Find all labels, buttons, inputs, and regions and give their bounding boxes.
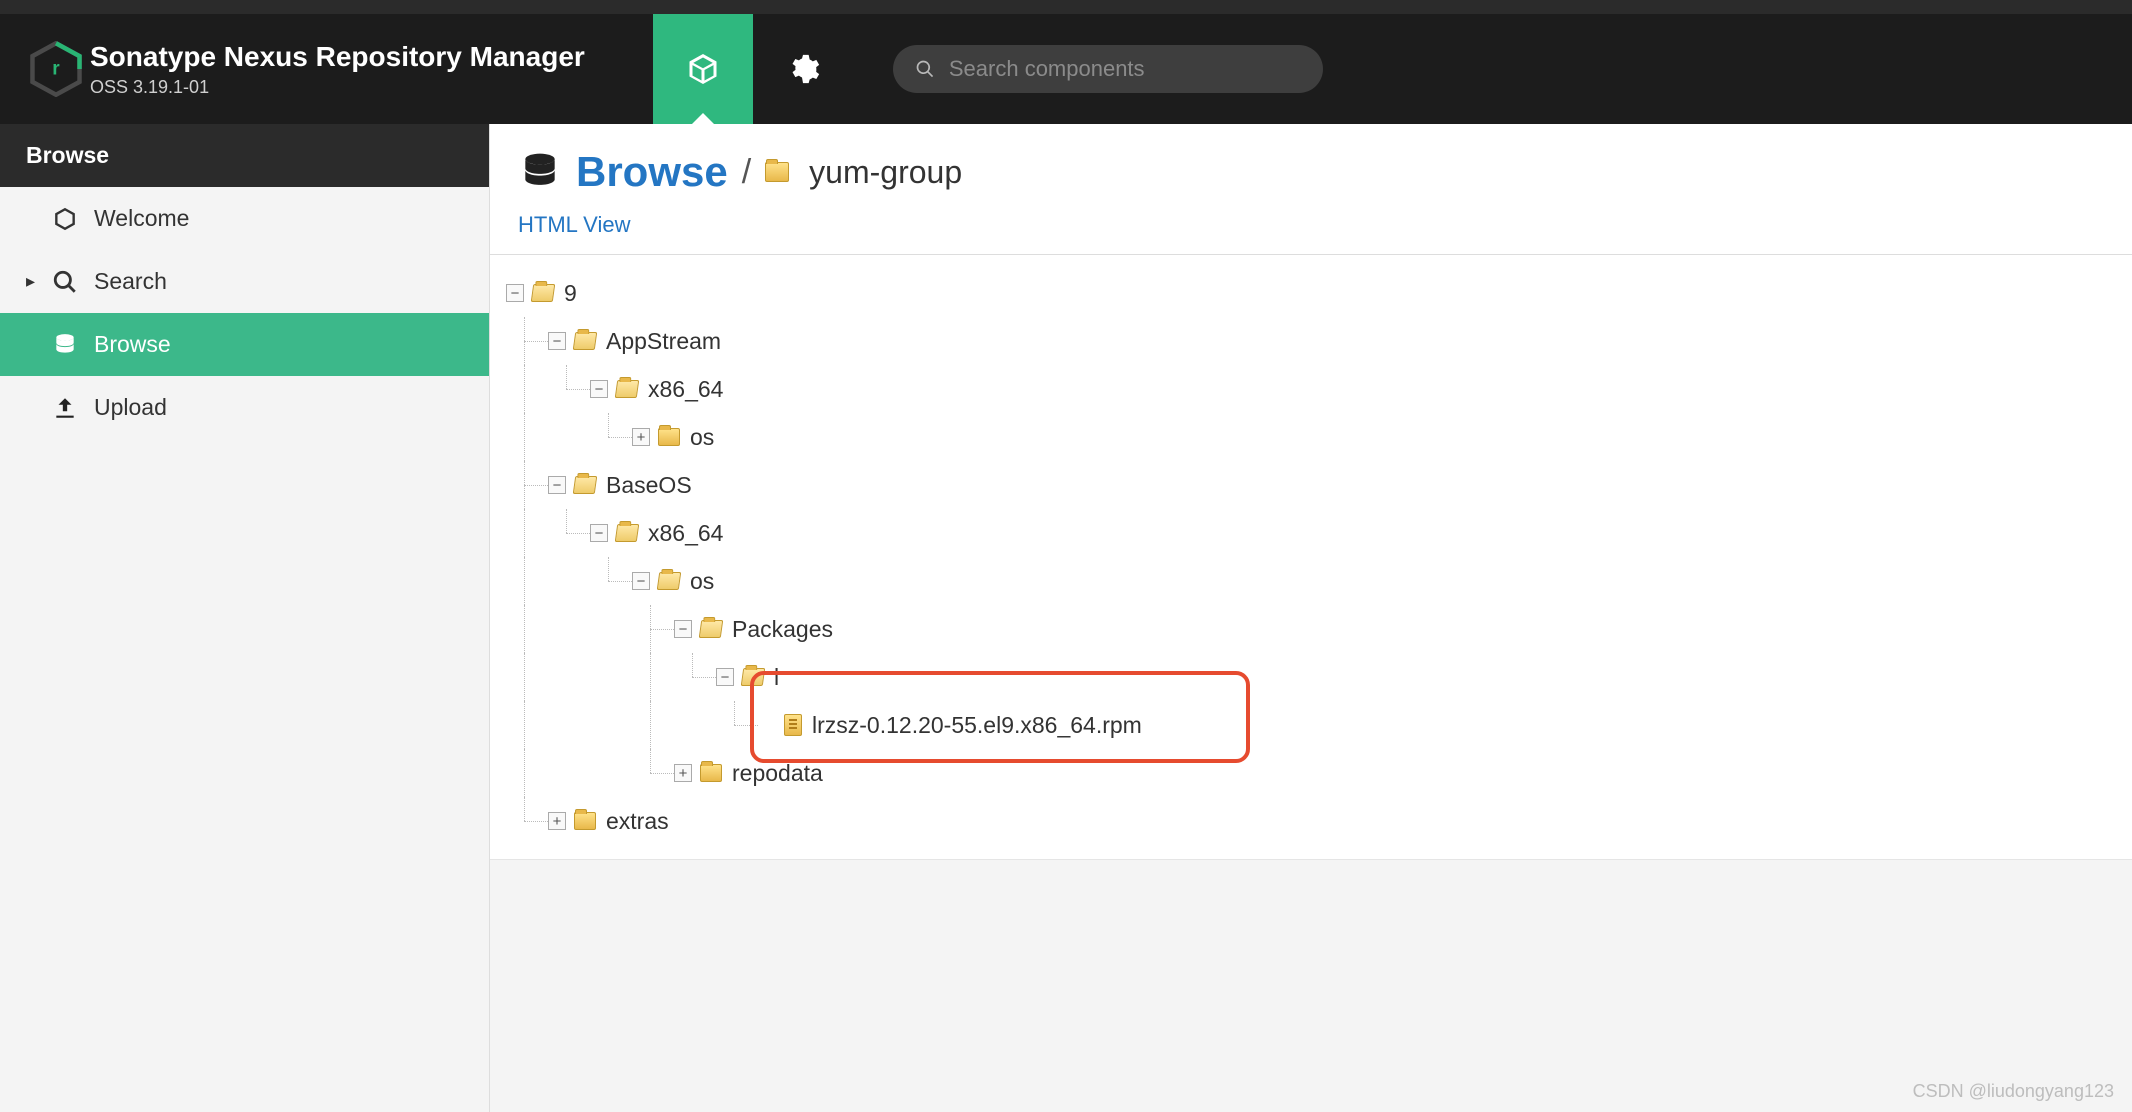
expand-toggle[interactable]: + bbox=[674, 764, 692, 782]
nav-cube-button[interactable] bbox=[653, 14, 753, 124]
folder-closed-icon bbox=[658, 428, 680, 446]
tree-node[interactable]: + extras bbox=[506, 797, 2116, 845]
breadcrumb-title[interactable]: Browse bbox=[576, 148, 728, 196]
folder-open-icon bbox=[699, 620, 724, 638]
tree-node-label: os bbox=[690, 424, 714, 451]
folder-closed-icon bbox=[700, 764, 722, 782]
tree-node[interactable]: + repodata bbox=[506, 749, 2116, 797]
sidebar-item-welcome[interactable]: Welcome bbox=[0, 187, 489, 250]
search-icon bbox=[52, 269, 78, 295]
sidebar-item-label: Upload bbox=[94, 394, 167, 421]
tree-node-label: os bbox=[690, 568, 714, 595]
upload-icon bbox=[52, 395, 78, 421]
cube-icon bbox=[685, 51, 721, 87]
collapse-toggle[interactable]: − bbox=[590, 380, 608, 398]
tree-node-label: lrzsz-0.12.20-55.el9.x86_64.rpm bbox=[812, 712, 1142, 739]
brand-block: r Sonatype Nexus Repository Manager OSS … bbox=[0, 41, 613, 98]
search-input[interactable] bbox=[949, 56, 1301, 82]
collapse-toggle[interactable]: − bbox=[548, 332, 566, 350]
tree-node-label: Packages bbox=[732, 616, 833, 643]
package-file-icon bbox=[784, 714, 802, 736]
collapse-toggle[interactable]: − bbox=[590, 524, 608, 542]
folder-open-icon bbox=[531, 284, 556, 302]
svg-text:r: r bbox=[52, 59, 60, 80]
window-chrome-strip bbox=[0, 0, 2132, 14]
sidebar-header: Browse bbox=[0, 124, 489, 187]
html-view-link[interactable]: HTML View bbox=[518, 212, 630, 237]
tree-node-label: BaseOS bbox=[606, 472, 692, 499]
tree-node-label: 9 bbox=[564, 280, 577, 307]
sidebar-item-label: Search bbox=[94, 268, 167, 295]
expand-toggle[interactable]: + bbox=[548, 812, 566, 830]
tree-node[interactable]: − x86_64 bbox=[506, 509, 2116, 557]
tree-node[interactable]: − BaseOS bbox=[506, 461, 2116, 509]
hexagon-icon bbox=[52, 206, 78, 232]
sidebar-item-search[interactable]: Search bbox=[0, 250, 489, 313]
nav-settings-button[interactable] bbox=[753, 14, 853, 124]
toggle-spacer bbox=[758, 716, 776, 734]
collapse-toggle[interactable]: − bbox=[506, 284, 524, 302]
database-icon bbox=[52, 332, 78, 358]
sub-toolbar: HTML View bbox=[490, 206, 2132, 255]
folder-open-icon bbox=[573, 476, 598, 494]
tree-node[interactable]: − os bbox=[506, 557, 2116, 605]
breadcrumb: Browse / yum-group bbox=[490, 124, 2132, 206]
folder-open-icon bbox=[573, 332, 598, 350]
tree-node-label: AppStream bbox=[606, 328, 721, 355]
tree-node[interactable]: − AppStream bbox=[506, 317, 2116, 365]
folder-open-icon bbox=[615, 380, 640, 398]
folder-group-icon bbox=[765, 162, 789, 182]
tree-view: − 9 − AppStream − x86_64 + bbox=[490, 255, 2132, 859]
collapse-toggle[interactable]: − bbox=[716, 668, 734, 686]
sidebar-item-upload[interactable]: Upload bbox=[0, 376, 489, 439]
tree-node[interactable]: − Packages bbox=[506, 605, 2116, 653]
tree-node[interactable]: − l bbox=[506, 653, 2116, 701]
tree-node-file[interactable]: lrzsz-0.12.20-55.el9.x86_64.rpm bbox=[506, 701, 2116, 749]
sidebar-item-label: Browse bbox=[94, 331, 171, 358]
collapse-toggle[interactable]: − bbox=[632, 572, 650, 590]
sidebar: Browse Welcome Search Browse Upload bbox=[0, 124, 490, 1112]
app-version: OSS 3.19.1-01 bbox=[90, 77, 585, 98]
expand-toggle[interactable]: + bbox=[632, 428, 650, 446]
sidebar-item-browse[interactable]: Browse bbox=[0, 313, 489, 376]
tree-node-label: repodata bbox=[732, 760, 823, 787]
gear-icon bbox=[786, 52, 820, 86]
breadcrumb-repo: yum-group bbox=[765, 154, 962, 191]
folder-closed-icon bbox=[574, 812, 596, 830]
tree-node[interactable]: − 9 bbox=[506, 269, 2116, 317]
main-content: Browse / yum-group HTML View − 9 − AppSt… bbox=[490, 124, 2132, 1112]
tree-node[interactable]: − x86_64 bbox=[506, 365, 2116, 413]
database-icon bbox=[518, 150, 562, 194]
search-icon bbox=[915, 58, 935, 80]
search-box[interactable] bbox=[893, 45, 1323, 93]
folder-open-icon bbox=[615, 524, 640, 542]
collapse-toggle[interactable]: − bbox=[674, 620, 692, 638]
app-title: Sonatype Nexus Repository Manager bbox=[90, 41, 585, 73]
tree-node-label: extras bbox=[606, 808, 669, 835]
folder-open-icon bbox=[657, 572, 682, 590]
sidebar-item-label: Welcome bbox=[94, 205, 189, 232]
watermark: CSDN @liudongyang123 bbox=[1913, 1081, 2114, 1102]
nexus-logo-icon: r bbox=[28, 41, 84, 97]
tree-node-label: x86_64 bbox=[648, 520, 723, 547]
tree-node[interactable]: + os bbox=[506, 413, 2116, 461]
breadcrumb-separator: / bbox=[742, 153, 751, 192]
tree-node-label: x86_64 bbox=[648, 376, 723, 403]
breadcrumb-repo-label: yum-group bbox=[809, 154, 962, 191]
collapse-toggle[interactable]: − bbox=[548, 476, 566, 494]
tree-node-label: l bbox=[774, 664, 779, 691]
empty-area bbox=[490, 859, 2132, 1112]
folder-open-icon bbox=[741, 668, 766, 686]
app-header: r Sonatype Nexus Repository Manager OSS … bbox=[0, 14, 2132, 124]
